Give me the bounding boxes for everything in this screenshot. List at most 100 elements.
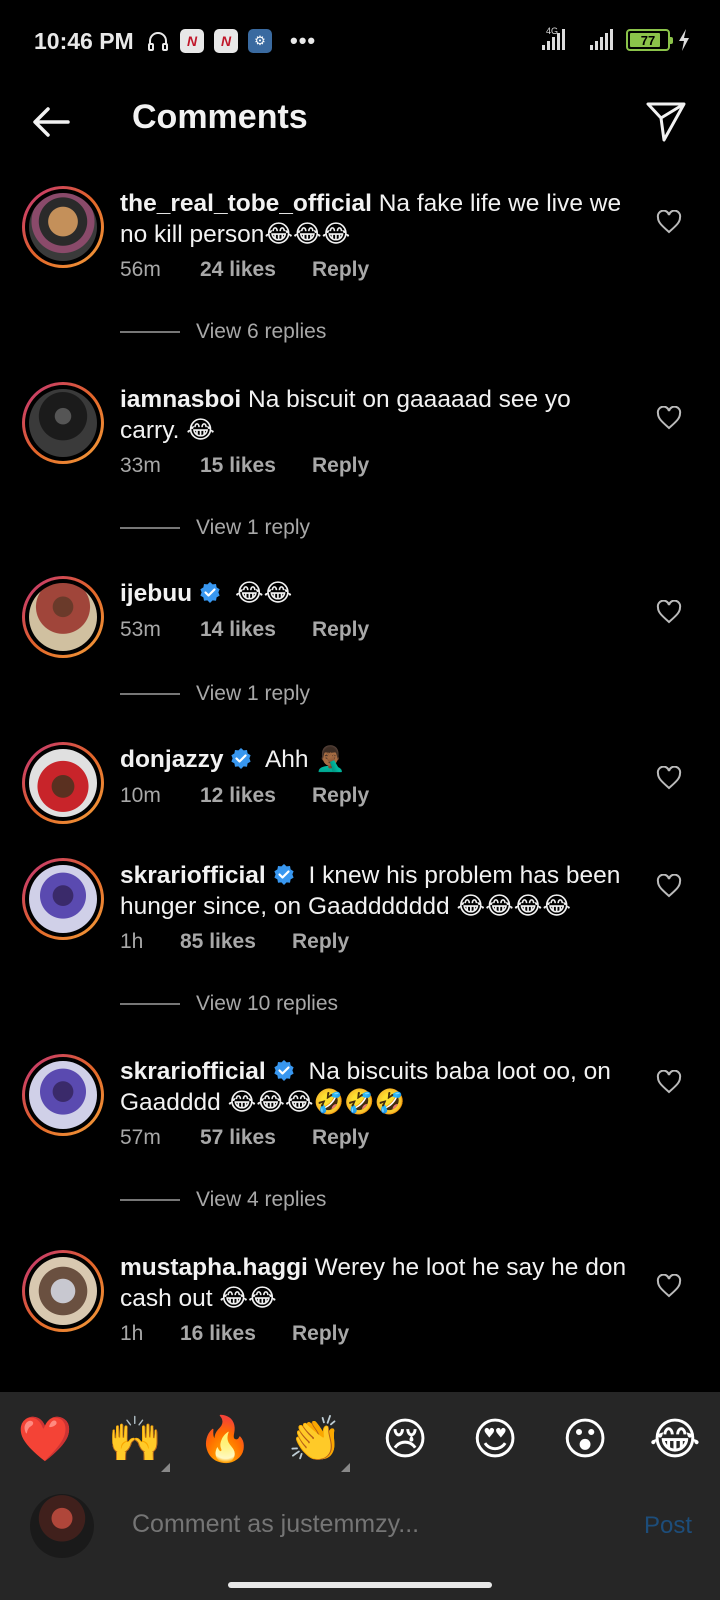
view-replies-label: View 6 replies [196, 320, 327, 343]
quick-emoji-heart[interactable]: ❤️ [18, 1412, 73, 1466]
page-title: Comments [132, 98, 308, 136]
verified-badge-icon [231, 748, 252, 769]
comment-likes[interactable]: 15 likes [200, 454, 312, 478]
quick-emoji-laughing[interactable]: 😂 [648, 1412, 702, 1466]
status-bar: 10:46 PM N N ⚙ ••• 4G 77 [0, 0, 720, 86]
comment-meta: 1h 16 likes Reply [120, 1322, 349, 1346]
status-system-icons: 4G 77 [534, 26, 690, 52]
comment-time: 56m [120, 258, 161, 281]
quick-reaction-bar: ❤️ 🙌 🔥 👏 😢 😍 😮 😂 [0, 1392, 720, 1484]
reply-button[interactable]: Reply [312, 258, 369, 282]
comment-text: Ahh 🤦🏾‍♂️ [264, 746, 346, 773]
view-replies-link[interactable]: View 10 replies [120, 992, 338, 1016]
quick-emoji-crying[interactable]: 😢 [378, 1412, 432, 1466]
battery-icon: 77 [626, 29, 673, 51]
verified-badge-icon [200, 582, 220, 603]
avatar[interactable] [22, 1054, 104, 1136]
verified-badge-icon [274, 1060, 294, 1081]
avatar [30, 1494, 94, 1558]
comments-list[interactable]: the_real_tobe_official Na fake life we l… [0, 186, 720, 1392]
headphones-icon [148, 32, 168, 51]
comment-meta: 10m 12 likes Reply [120, 784, 369, 808]
comment-time: 1h [120, 1322, 144, 1345]
avatar[interactable] [22, 186, 104, 268]
comments-header: Comments [0, 86, 720, 194]
reply-button[interactable]: Reply [292, 1322, 349, 1346]
paper-plane-icon[interactable] [642, 96, 690, 144]
comment-likes[interactable]: 57 likes [200, 1126, 312, 1150]
comment-meta: 57m 57 likes Reply [120, 1126, 369, 1150]
comment-username[interactable]: skrariofficial [120, 862, 266, 889]
heart-outline-icon[interactable] [656, 600, 682, 624]
battery-level: 77 [640, 32, 656, 48]
view-replies-label: View 1 reply [196, 682, 311, 705]
skin-tone-indicator-icon [161, 1463, 170, 1472]
comment-time: 53m [120, 618, 161, 641]
comment-text: 😂😂 [234, 580, 293, 607]
comment-time: 10m [120, 784, 161, 807]
comment-username[interactable]: the_real_tobe_official [120, 190, 372, 217]
comment-likes[interactable]: 14 likes [200, 618, 312, 642]
avatar[interactable] [22, 858, 104, 940]
comment-username[interactable]: ijebuu [120, 580, 192, 607]
network-type-label: 4G [546, 26, 559, 36]
verified-badge-icon [274, 864, 294, 885]
comment-meta: 53m 14 likes Reply [120, 618, 369, 642]
view-replies-link[interactable]: View 4 replies [120, 1188, 326, 1212]
news-app-icon: N [180, 29, 204, 53]
avatar[interactable] [22, 382, 104, 464]
news-app-icon: N [214, 29, 238, 53]
comment-username[interactable]: skrariofficial [120, 1058, 266, 1085]
status-notification-icons: N N ⚙ ••• [146, 28, 316, 54]
avatar[interactable] [22, 742, 104, 824]
quick-emoji-clap[interactable]: 👏 [288, 1412, 350, 1472]
quick-emoji-heart-eyes[interactable]: 😍 [468, 1412, 522, 1466]
comment-username[interactable]: iamnasboi [120, 386, 241, 413]
comment-username[interactable]: donjazzy [120, 746, 223, 773]
comment-time: 57m [120, 1126, 161, 1149]
view-replies-label: View 10 replies [196, 992, 339, 1015]
post-button[interactable]: Post [644, 1512, 692, 1540]
heart-outline-icon[interactable] [656, 766, 682, 790]
avatar[interactable] [22, 1250, 104, 1332]
comment-username[interactable]: mustapha.haggi [120, 1254, 308, 1281]
comment-input[interactable] [132, 1510, 602, 1539]
view-replies-link[interactable]: View 1 reply [120, 516, 310, 540]
skin-tone-indicator-icon [341, 1463, 350, 1472]
quick-emoji-surprised[interactable]: 😮 [558, 1412, 612, 1466]
avatar[interactable] [22, 576, 104, 658]
heart-outline-icon[interactable] [656, 1274, 682, 1298]
reply-button[interactable]: Reply [312, 454, 369, 478]
comment-time: 33m [120, 454, 161, 477]
comment-meta: 56m 24 likes Reply [120, 258, 369, 282]
quick-emoji-fire[interactable]: 🔥 [198, 1412, 253, 1466]
comment-meta: 33m 15 likes Reply [120, 454, 369, 478]
reply-button[interactable]: Reply [312, 618, 369, 642]
home-indicator[interactable] [228, 1582, 492, 1588]
view-replies-link[interactable]: View 6 replies [120, 320, 326, 344]
signal-icon [590, 29, 613, 50]
reply-button[interactable]: Reply [312, 1126, 369, 1150]
heart-outline-icon[interactable] [656, 210, 682, 234]
reply-button[interactable]: Reply [312, 784, 369, 808]
comment-time: 1h [120, 930, 144, 953]
quick-emoji-raised-hands[interactable]: 🙌 [108, 1412, 170, 1472]
view-replies-label: View 1 reply [196, 516, 311, 539]
heart-outline-icon[interactable] [656, 406, 682, 430]
status-time: 10:46 PM [34, 28, 134, 54]
reply-button[interactable]: Reply [292, 930, 349, 954]
comment-likes[interactable]: 24 likes [200, 258, 312, 282]
heart-outline-icon[interactable] [656, 1070, 682, 1094]
more-notifications-icon: ••• [290, 28, 317, 53]
comment-composer: Post [0, 1484, 720, 1568]
view-replies-label: View 4 replies [196, 1188, 327, 1211]
comment-meta: 1h 85 likes Reply [120, 930, 349, 954]
comment-likes[interactable]: 16 likes [180, 1322, 292, 1346]
comment-likes[interactable]: 12 likes [200, 784, 312, 808]
comment-likes[interactable]: 85 likes [180, 930, 292, 954]
heart-outline-icon[interactable] [656, 874, 682, 898]
settings-app-icon: ⚙ [248, 29, 272, 53]
arrow-left-icon[interactable] [28, 98, 76, 146]
view-replies-link[interactable]: View 1 reply [120, 682, 310, 706]
charging-bolt-icon [679, 29, 689, 51]
